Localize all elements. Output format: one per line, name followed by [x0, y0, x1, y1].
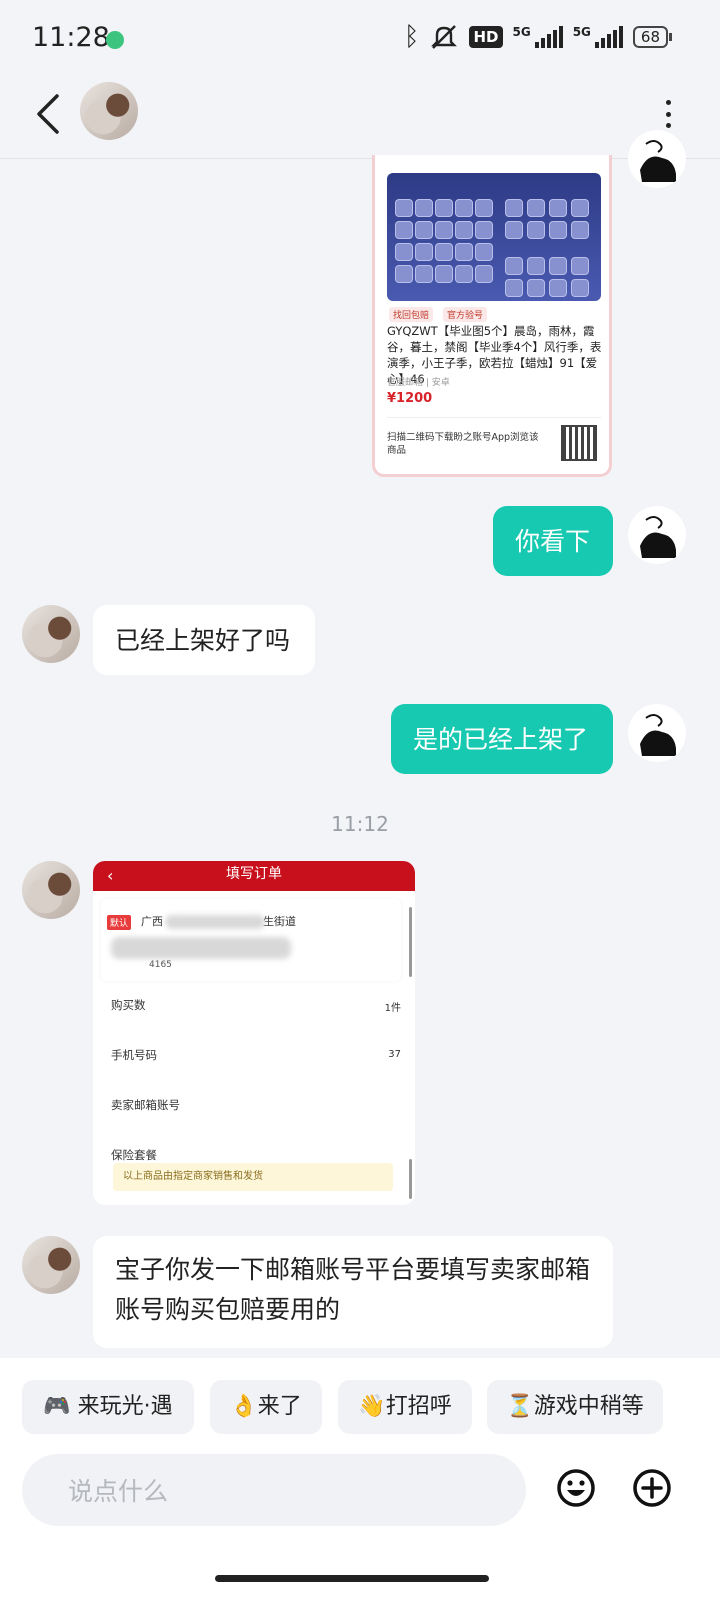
emoji-icon [557, 1469, 595, 1507]
contact-avatar[interactable] [22, 1236, 80, 1294]
message-bubble-sent[interactable]: 你看下 [493, 506, 613, 576]
product-tags: 找回包赔 官方验号 [389, 307, 488, 322]
plus-circle-icon [633, 1469, 671, 1507]
scrollbar [409, 907, 412, 977]
quick-reply-play[interactable]: 🎮 来玩光·遇 [22, 1380, 194, 1434]
seller-email-label: 卖家邮箱账号 [111, 1098, 180, 1112]
scrollbar [409, 1159, 412, 1199]
tag-verified: 官方验号 [443, 307, 488, 322]
quick-reply-greet[interactable]: 👋打招呼 [338, 1380, 472, 1434]
tag-insurance: 找回包赔 [389, 307, 434, 322]
product-subtitle: 官服邮箱 | 安卓 [387, 378, 450, 388]
contact-avatar[interactable] [80, 82, 138, 140]
order-title: 填写订单 [226, 866, 282, 882]
panda-sketch-icon [640, 714, 676, 756]
bluetooth-icon: ᛒ [403, 22, 420, 52]
order-header: ‹ 填写订单 [93, 861, 415, 891]
scan-hint: 扫描二维码下载盼之账号App浏览该商品 [387, 432, 539, 456]
my-avatar[interactable] [628, 704, 686, 762]
contact-avatar[interactable] [22, 861, 80, 919]
signal-icon-1 [534, 26, 563, 48]
product-image [387, 173, 601, 301]
phone-label: 手机号码 [111, 1048, 157, 1062]
back-button[interactable] [28, 92, 68, 136]
message-timestamp: 11:12 [331, 812, 389, 836]
message-bubble-sent[interactable]: 是的已经上架了 [391, 704, 613, 774]
my-avatar[interactable] [628, 130, 686, 188]
network-type-1: 5G [512, 25, 531, 39]
address-suffix: 生街道 [263, 915, 296, 928]
redacted-blur [165, 915, 265, 929]
contact-avatar[interactable] [22, 605, 80, 663]
chevron-left-icon: ‹ [107, 866, 114, 885]
divider [387, 417, 601, 418]
insurance-label: 保险套餐 [111, 1148, 157, 1162]
product-price: ¥1200 [387, 391, 433, 406]
more-vertical-icon [665, 100, 671, 105]
phone-tail: 4165 [149, 960, 172, 970]
message-bubble-received[interactable]: 宝子你发一下邮箱账号平台要填写卖家邮箱账号购买包赔要用的 [93, 1236, 613, 1348]
seller-notice: 以上商品由指定商家销售和发货 [113, 1163, 393, 1191]
message-bubble-received[interactable]: 已经上架好了吗 [93, 605, 315, 675]
panda-sketch-icon [640, 140, 676, 182]
home-indicator[interactable] [215, 1575, 489, 1582]
chevron-left-icon [37, 94, 59, 134]
address-prefix: 广西 [141, 915, 163, 928]
redacted-blur [111, 937, 291, 959]
status-time: 11:28 [32, 22, 110, 53]
chat-header [0, 80, 720, 159]
signal-icon-2 [594, 26, 623, 48]
quick-reply-coming[interactable]: 👌来了 [210, 1380, 322, 1434]
default-badge: 默认 [107, 915, 132, 930]
phone-value: 37 [388, 1049, 401, 1060]
qr-code-icon [561, 425, 597, 461]
product-share-card[interactable]: 找回包赔 官方验号 GYQZWT【毕业图5个】晨岛，雨林，霞谷，暮土，禁阁【毕业… [372, 155, 612, 477]
app-notification-icon [106, 31, 124, 49]
status-bar: 11:28 ᛒ HD 5G 5G 68 [0, 0, 720, 80]
quick-reply-wait[interactable]: ⏳游戏中稍等 [487, 1380, 663, 1434]
my-avatar[interactable] [628, 506, 686, 564]
more-options-button[interactable] [656, 94, 680, 134]
battery-icon: 68 [632, 26, 673, 48]
message-input[interactable] [66, 1454, 510, 1528]
panda-sketch-icon [640, 516, 676, 558]
network-type-2: 5G [572, 25, 591, 39]
status-icons: ᛒ HD 5G 5G 68 [403, 22, 673, 52]
message-input-box[interactable] [22, 1454, 526, 1528]
quantity-label: 购买数 [111, 998, 146, 1012]
order-screenshot-image[interactable]: ‹ 填写订单 默认 广西 生街道 4165 购买数 1件 手机号码 37 卖家邮… [93, 861, 415, 1205]
add-attachment-button[interactable] [632, 1468, 672, 1508]
mute-bell-icon [431, 25, 458, 49]
hd-badge: HD [469, 26, 503, 48]
quantity-value: 1件 [384, 1003, 401, 1014]
emoji-button[interactable] [556, 1468, 596, 1508]
